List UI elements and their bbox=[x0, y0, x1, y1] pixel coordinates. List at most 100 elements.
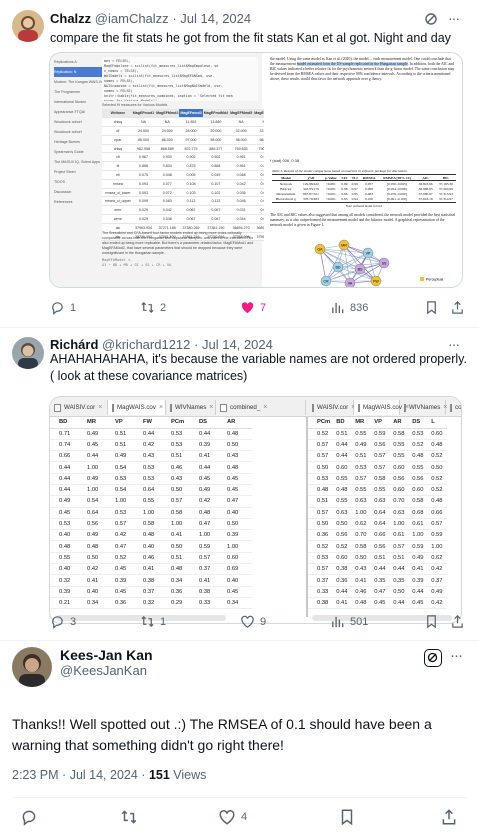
close-icon[interactable]: × bbox=[209, 404, 213, 411]
table-cell: 0.875 bbox=[179, 161, 203, 172]
author-handle[interactable]: @iamChalzz bbox=[95, 11, 169, 26]
matrix-cell: 0.62 bbox=[352, 518, 372, 531]
tweet-chalzz[interactable]: Chalzz @iamChalzz · Jul 14, 2024 ··· com… bbox=[0, 0, 479, 327]
avatar[interactable] bbox=[12, 337, 44, 369]
more-icon[interactable]: ··· bbox=[450, 647, 470, 664]
avatar[interactable] bbox=[12, 10, 44, 42]
views-button[interactable]: 836 bbox=[330, 300, 368, 315]
outline-item[interactable]: References bbox=[54, 197, 102, 207]
editor-tab[interactable]: MagWAIS.cov × bbox=[354, 400, 409, 415]
paper-table-cell: 36,996.95 bbox=[418, 186, 433, 191]
tweet-date[interactable]: Jul 14, 2024 bbox=[70, 768, 138, 782]
table-cell: 0.068 bbox=[229, 170, 254, 180]
outline-item[interactable]: Project Steen bbox=[54, 167, 102, 177]
editor-tab[interactable]: combined_data× bbox=[446, 400, 461, 415]
outline-item[interactable]: The Programme bbox=[54, 87, 102, 97]
close-icon[interactable]: × bbox=[98, 404, 102, 411]
tweet-date[interactable]: Jul 14, 2024 bbox=[202, 337, 273, 352]
outline-item[interactable]: International Studen bbox=[54, 97, 102, 107]
matrix-cell: 0.38 bbox=[140, 574, 168, 587]
table-cell: 86.000 bbox=[155, 135, 180, 145]
tweet-media-covariance[interactable]: WAISIV.cor × MagWAIS.cov × WIVNames × combined… bbox=[49, 396, 462, 624]
matrix-cell: 0.48 bbox=[333, 484, 353, 497]
views-button[interactable]: 501 bbox=[330, 614, 368, 629]
tweet-time[interactable]: 2:23 PM bbox=[12, 768, 59, 782]
author-handle[interactable]: @KeesJanKan bbox=[60, 663, 153, 678]
outline-item[interactable]: Appearance-FTQAi bbox=[54, 107, 102, 117]
outline-item[interactable]: Replication: N bbox=[54, 67, 102, 77]
tab-label: MagWAIS.cov bbox=[363, 404, 402, 411]
bookmark-button[interactable] bbox=[338, 808, 356, 826]
matrix-cell: 0.48 bbox=[140, 529, 168, 542]
matrix-cell: 0.36 bbox=[314, 529, 334, 542]
like-button[interactable]: 4 bbox=[218, 808, 247, 826]
outline-item[interactable]: Discussion bbox=[54, 187, 102, 197]
outline-item[interactable]: Woodcock cohort bbox=[54, 117, 102, 127]
share-button[interactable] bbox=[450, 300, 465, 315]
like-button[interactable]: 9 bbox=[240, 614, 266, 629]
matrix-cell: 0.39 bbox=[112, 574, 140, 587]
matrix-cell: 0.68 bbox=[409, 507, 429, 519]
note-paragraph: The Bresolinist and CFA-based four-facto… bbox=[102, 231, 254, 255]
outline-item[interactable]: The MAIS-III IQ, Scient Apps bbox=[54, 157, 102, 167]
like-button[interactable]: 7 bbox=[240, 300, 266, 315]
matrix-cell: 0.40 bbox=[224, 507, 252, 519]
author-name[interactable]: Chalzz bbox=[50, 11, 91, 26]
retweet-button[interactable] bbox=[120, 808, 138, 826]
tweet-date[interactable]: Jul 14, 2024 bbox=[180, 11, 251, 26]
matrix-cell: 0.52 bbox=[428, 484, 448, 497]
matrix-row: 0.40 0.42 0.45 0.41 0.48 0.37 0.69 bbox=[50, 563, 252, 576]
author-name[interactable]: Richárd bbox=[50, 337, 98, 352]
outline-item[interactable]: Heritage Burnes bbox=[54, 137, 102, 147]
close-icon[interactable]: × bbox=[159, 404, 163, 411]
table-cell: 0.072 bbox=[155, 188, 180, 198]
bookmark-button[interactable] bbox=[424, 300, 439, 315]
matrix-cell: 0.45 bbox=[84, 439, 112, 452]
matrix-cell: 0.55 bbox=[352, 428, 372, 440]
reply-button[interactable]: 3 bbox=[50, 614, 76, 629]
more-icon[interactable]: ··· bbox=[448, 336, 466, 352]
retweet-button[interactable]: 2 bbox=[140, 300, 166, 315]
avatar[interactable] bbox=[12, 647, 52, 687]
editor-tab[interactable]: combined_ × bbox=[216, 400, 306, 415]
reply-button[interactable] bbox=[20, 808, 38, 826]
editor-tab[interactable]: WIVNames × bbox=[400, 400, 447, 415]
grok-icon[interactable] bbox=[424, 12, 438, 26]
matrix-cell: 0.56 bbox=[84, 518, 112, 531]
share-button[interactable] bbox=[450, 614, 465, 629]
outline-item[interactable]: Spearman's Guide bbox=[54, 147, 102, 157]
editor-tab[interactable]: MagWAIS.cov × bbox=[108, 400, 166, 415]
retweet-count: 2 bbox=[160, 301, 167, 314]
grok-icon[interactable] bbox=[424, 649, 442, 667]
matrix-row: 0.57 0.63 1.00 0.64 0.63 0.68 0.66 bbox=[308, 507, 448, 519]
bookmark-button[interactable] bbox=[424, 614, 439, 629]
editor-tab[interactable]: WIVNames × bbox=[166, 400, 216, 415]
matrix-cell: 0.44 bbox=[196, 428, 224, 440]
matrix-row: 0.55 0.50 0.52 0.46 0.51 0.57 0.60 bbox=[50, 552, 252, 565]
network-node-label: MR bbox=[341, 243, 347, 247]
tweet-media-screenshots[interactable]: Replications A Replication: N Modern: The … bbox=[49, 52, 463, 288]
tab-label: WIVNames bbox=[175, 404, 207, 411]
matrix-cell: 0.29 bbox=[168, 597, 196, 610]
author-handle[interactable]: @krichard1212 bbox=[102, 337, 190, 352]
matrix-row: 0.44 0.49 0.53 0.53 0.43 0.45 0.45 bbox=[50, 473, 252, 485]
matrix-row: 0.37 0.36 0.41 0.35 0.35 0.39 0.37 bbox=[308, 574, 448, 587]
author-name[interactable]: Kees-Jan Kan bbox=[60, 647, 153, 663]
outline-item[interactable]: Woodcock cohort bbox=[54, 127, 102, 137]
outline-item[interactable]: Modern: The Kangan WAIS-IV bbox=[54, 77, 102, 87]
outline-item[interactable]: Replications A bbox=[54, 57, 102, 67]
reply-button[interactable]: 1 bbox=[50, 300, 76, 315]
tweet-richard[interactable]: Richárd @krichard1212 · Jul 14, 2024 ···… bbox=[0, 328, 479, 640]
share-button[interactable] bbox=[440, 808, 458, 826]
table-cell: NA bbox=[229, 117, 254, 128]
outline-item[interactable]: TIDOS bbox=[54, 177, 102, 187]
editor-tab[interactable]: WAISIV.cor× bbox=[308, 400, 355, 415]
note-code: MagEFAModel <- G1 ~ BD + MR + GI + SS + … bbox=[102, 258, 258, 268]
close-icon[interactable]: × bbox=[263, 404, 267, 411]
matrix-cell: 0.47 bbox=[371, 586, 391, 598]
more-icon[interactable]: ··· bbox=[448, 10, 466, 26]
editor-tab[interactable]: WAISIV.cor× bbox=[50, 400, 108, 415]
matrix-cell: 0.55 bbox=[140, 495, 168, 508]
retweet-button[interactable]: 1 bbox=[140, 614, 166, 629]
tweet-text-line: ( look at these covariance matrices) bbox=[50, 369, 248, 383]
